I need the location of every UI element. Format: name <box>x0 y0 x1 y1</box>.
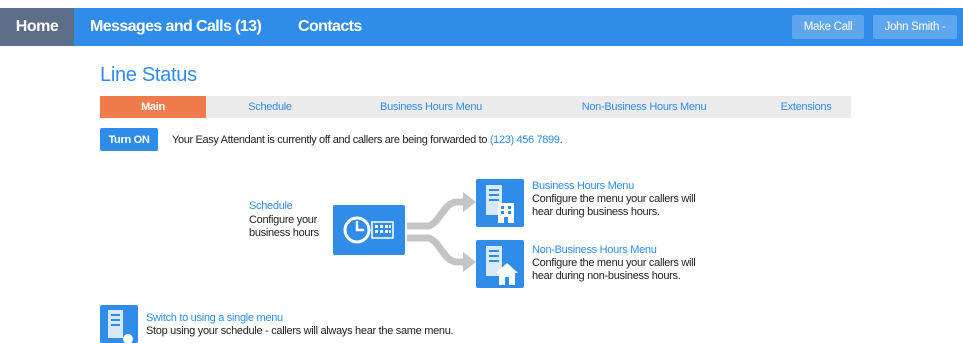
schedule-link[interactable]: Schedule <box>249 200 319 214</box>
schedule-clock-icon[interactable] <box>333 205 405 255</box>
single-menu-text: Stop using your schedule - callers will … <box>146 325 454 337</box>
tab-bar: Main Schedule Business Hours Menu Non-Bu… <box>100 96 851 118</box>
user-menu-button[interactable]: John Smith - <box>873 15 957 39</box>
status-text: Your Easy Attendant is currently off and… <box>172 134 488 146</box>
branch-arrows <box>405 190 480 280</box>
tab-extensions[interactable]: Extensions <box>766 96 846 118</box>
top-nav-bar: Home Messages and Calls (13) Contacts Ma… <box>0 8 963 46</box>
page-title: Line Status <box>100 64 197 86</box>
single-menu-icon[interactable] <box>100 305 138 343</box>
forwarding-phone-link[interactable]: (123) 456 7899 <box>490 134 560 146</box>
turn-on-button[interactable]: Turn ON <box>100 128 158 151</box>
tab-non-business-hours-menu[interactable]: Non-Business Hours Menu <box>552 96 736 118</box>
nav-home[interactable]: Home <box>0 8 74 46</box>
schedule-line-1: Configure your <box>249 213 317 226</box>
status-suffix: . <box>559 134 563 146</box>
tab-main[interactable]: Main <box>100 96 206 118</box>
business-hours-description: Business Hours Menu Configure the menu y… <box>532 180 732 219</box>
nav-messages-and-calls[interactable]: Messages and Calls (13) <box>90 8 262 46</box>
status-message: Your Easy Attendant is currently off and… <box>172 134 563 146</box>
business-hours-menu-icon[interactable] <box>476 179 524 227</box>
non-business-hours-line-2: hear during non-business hours. <box>532 270 681 282</box>
business-hours-line-1: Configure the menu your callers will <box>532 193 696 205</box>
tab-business-hours-menu[interactable]: Business Hours Menu <box>358 96 504 118</box>
nav-contacts[interactable]: Contacts <box>298 8 362 46</box>
switch-single-menu-link[interactable]: Switch to using a single menu <box>146 312 453 325</box>
schedule-line-2: business hours <box>249 227 319 239</box>
make-call-button[interactable]: Make Call <box>792 15 864 39</box>
non-business-hours-line-1: Configure the menu your callers will <box>532 257 696 269</box>
single-menu-description: Switch to using a single menu Stop using… <box>146 312 454 338</box>
non-business-hours-description: Non-Business Hours Menu Configure the me… <box>532 244 732 283</box>
schedule-description: Schedule Configure your business hours <box>249 200 319 241</box>
business-hours-menu-link[interactable]: Business Hours Menu <box>532 180 732 193</box>
non-business-hours-menu-icon[interactable] <box>476 240 524 288</box>
business-hours-line-2: hear during business hours. <box>532 206 660 218</box>
tab-schedule[interactable]: Schedule <box>220 96 320 118</box>
non-business-hours-menu-link[interactable]: Non-Business Hours Menu <box>532 244 732 257</box>
